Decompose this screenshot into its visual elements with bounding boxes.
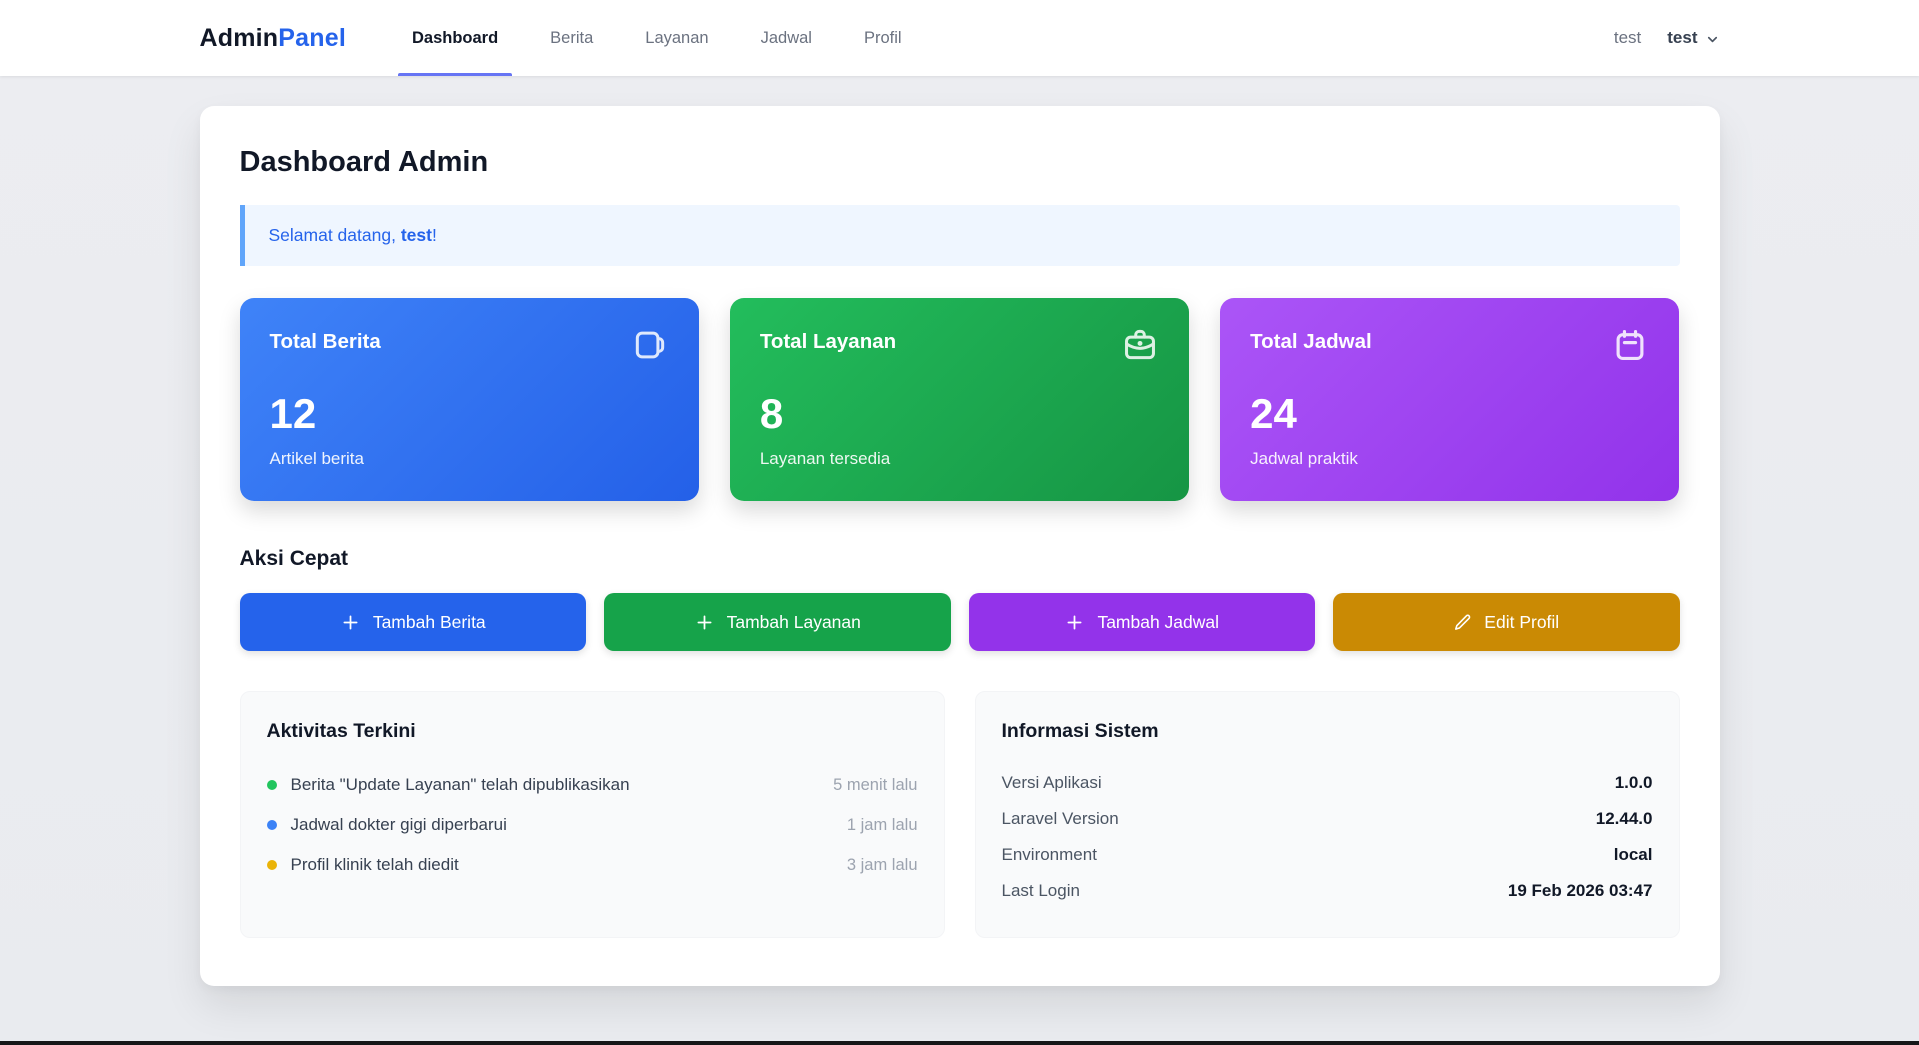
stat-value: 8 xyxy=(760,393,1159,435)
brand-accent: Panel xyxy=(278,24,346,52)
info-label: Versi Aplikasi xyxy=(1002,773,1102,793)
pencil-icon xyxy=(1453,613,1472,632)
activity-item: Jadwal dokter gigi diperbarui 1 jam lalu xyxy=(267,805,918,845)
nav-item-jadwal[interactable]: Jadwal xyxy=(735,0,838,76)
stat-card-layanan: Total Layanan 8 Layanan tersedia xyxy=(730,298,1189,501)
app-logo[interactable]: AdminPanel xyxy=(200,24,346,53)
bottom-strip xyxy=(0,1041,1919,1045)
stat-title: Total Jadwal xyxy=(1250,326,1372,354)
welcome-prefix: Selamat datang, xyxy=(269,225,401,245)
dashboard-card: Dashboard Admin Selamat datang, test! To… xyxy=(200,106,1720,986)
user-greeting: test xyxy=(1614,28,1641,48)
quick-actions-heading: Aksi Cepat xyxy=(240,547,1680,571)
welcome-username: test xyxy=(401,225,432,245)
info-row: Environment local xyxy=(1002,837,1653,873)
briefcase-icon xyxy=(1121,326,1159,369)
info-label: Laravel Version xyxy=(1002,809,1119,829)
status-dot xyxy=(267,820,277,830)
activity-time: 3 jam lalu xyxy=(847,856,918,875)
nav-item-profil[interactable]: Profil xyxy=(838,0,928,76)
info-value: 19 Feb 2026 03:47 xyxy=(1508,881,1653,901)
add-jadwal-button[interactable]: Tambah Jadwal xyxy=(969,593,1316,651)
welcome-suffix: ! xyxy=(432,225,437,245)
system-info-panel: Informasi Sistem Versi Aplikasi 1.0.0 La… xyxy=(975,691,1680,938)
info-row: Versi Aplikasi 1.0.0 xyxy=(1002,765,1653,801)
chevron-down-icon xyxy=(1705,32,1720,47)
status-dot xyxy=(267,860,277,870)
info-value: 1.0.0 xyxy=(1615,773,1653,793)
stat-subtitle: Jadwal praktik xyxy=(1250,449,1649,469)
top-navbar: AdminPanel Dashboard Berita Layanan Jadw… xyxy=(0,0,1919,76)
edit-profil-button[interactable]: Edit Profil xyxy=(1333,593,1680,651)
info-row: Laravel Version 12.44.0 xyxy=(1002,801,1653,837)
status-dot xyxy=(267,780,277,790)
stat-title: Total Berita xyxy=(270,326,381,354)
main-nav: Dashboard Berita Layanan Jadwal Profil xyxy=(386,0,928,76)
activity-item: Profil klinik telah diedit 3 jam lalu xyxy=(267,845,918,885)
nav-item-berita[interactable]: Berita xyxy=(524,0,619,76)
stat-subtitle: Layanan tersedia xyxy=(760,449,1159,469)
nav-item-dashboard[interactable]: Dashboard xyxy=(386,0,524,76)
activity-time: 1 jam lalu xyxy=(847,816,918,835)
plus-icon xyxy=(694,612,715,633)
activity-text: Jadwal dokter gigi diperbarui xyxy=(291,815,833,835)
recent-activity-panel: Aktivitas Terkini Berita "Update Layanan… xyxy=(240,691,945,938)
activity-text: Berita "Update Layanan" telah dipublikas… xyxy=(291,775,820,795)
activity-item: Berita "Update Layanan" telah dipublikas… xyxy=(267,765,918,805)
user-menu-label: test xyxy=(1667,28,1697,48)
page-title: Dashboard Admin xyxy=(240,146,1680,179)
system-info-heading: Informasi Sistem xyxy=(1002,720,1653,743)
info-label: Environment xyxy=(1002,845,1097,865)
stats-row: Total Berita 12 Artikel berita Total Lay… xyxy=(240,298,1680,501)
activity-time: 5 menit lalu xyxy=(833,776,917,795)
nav-item-layanan[interactable]: Layanan xyxy=(619,0,734,76)
stat-card-jadwal: Total Jadwal 24 Jadwal praktik xyxy=(1220,298,1679,501)
info-row: Last Login 19 Feb 2026 03:47 xyxy=(1002,873,1653,909)
user-menu-button[interactable]: test xyxy=(1667,28,1719,48)
calendar-icon xyxy=(1611,326,1649,369)
quick-actions-row: Tambah Berita Tambah Layanan Tambah Jadw… xyxy=(240,593,1680,651)
activity-text: Profil klinik telah diedit xyxy=(291,855,833,875)
stat-value: 12 xyxy=(270,393,669,435)
welcome-alert: Selamat datang, test! xyxy=(240,205,1680,266)
stat-card-berita: Total Berita 12 Artikel berita xyxy=(240,298,699,501)
stat-title: Total Layanan xyxy=(760,326,896,354)
info-value: 12.44.0 xyxy=(1596,809,1653,829)
plus-icon xyxy=(1064,612,1085,633)
stat-value: 24 xyxy=(1250,393,1649,435)
activity-heading: Aktivitas Terkini xyxy=(267,720,918,743)
plus-icon xyxy=(340,612,361,633)
info-value: local xyxy=(1614,845,1653,865)
stat-subtitle: Artikel berita xyxy=(270,449,669,469)
brand-primary: Admin xyxy=(200,24,279,52)
info-label: Last Login xyxy=(1002,881,1080,901)
add-berita-button[interactable]: Tambah Berita xyxy=(240,593,587,651)
news-icon xyxy=(631,326,669,369)
add-layanan-button[interactable]: Tambah Layanan xyxy=(604,593,951,651)
